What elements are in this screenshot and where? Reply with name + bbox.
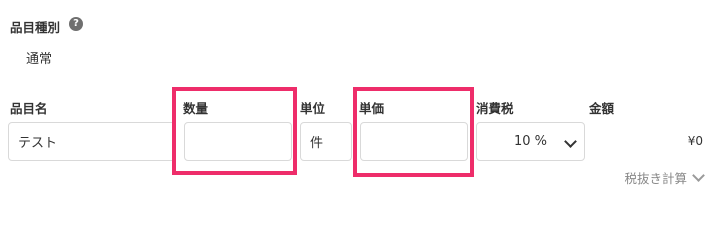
tax-excluded-toggle[interactable]: 税抜き計算	[624, 168, 705, 187]
amount-header: 金額	[589, 101, 615, 116]
unit-header: 単位	[300, 101, 326, 116]
tax-rate-value: 10 %	[513, 134, 548, 149]
quantity-highlight	[172, 87, 297, 175]
tax-excluded-label: 税抜き計算	[624, 171, 687, 186]
item-type-value: 通常	[26, 52, 53, 67]
question-circle-icon[interactable]: ?	[69, 17, 83, 31]
chevron-down-icon	[564, 135, 577, 148]
item-name-input[interactable]	[8, 122, 176, 161]
unit-price-highlight	[353, 87, 474, 177]
item-name-header: 品目名	[10, 101, 48, 116]
item-type-label: 品目種別	[10, 20, 61, 35]
unit-input[interactable]	[300, 122, 352, 161]
amount-value: ¥0	[687, 134, 703, 148]
tax-rate-select[interactable]: 10 %	[476, 122, 585, 161]
chevron-down-icon	[692, 169, 705, 182]
tax-header: 消費税	[476, 101, 514, 116]
